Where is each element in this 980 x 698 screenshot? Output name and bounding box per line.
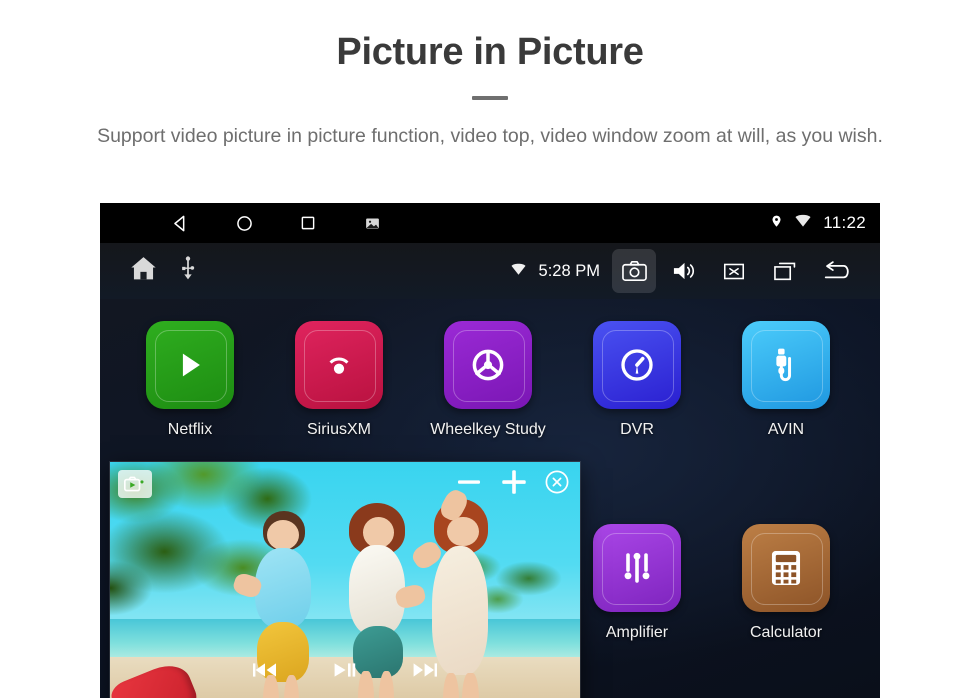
launcher-toolbar: 5:28 PM bbox=[100, 243, 880, 299]
gauge-glyph bbox=[621, 349, 653, 381]
app-label: AVIN bbox=[767, 421, 805, 438]
app-siriusxm[interactable]: SiriusXM bbox=[274, 321, 404, 439]
home-circle-icon[interactable] bbox=[212, 203, 276, 243]
close-box-icon[interactable] bbox=[712, 249, 756, 293]
app-label: DVR bbox=[620, 421, 654, 438]
volume-icon[interactable] bbox=[662, 249, 706, 293]
app-label: Amplifier bbox=[605, 624, 669, 641]
radio-glyph bbox=[329, 357, 349, 374]
avin-icon bbox=[742, 321, 830, 409]
device-screen: 11:22 5:28 PM Netflix SiriusXM Wheelkey … bbox=[100, 203, 880, 698]
page-title: Picture in Picture bbox=[336, 31, 644, 73]
previous-track-icon[interactable] bbox=[252, 660, 280, 685]
app-calculator[interactable]: Calculator bbox=[721, 524, 851, 642]
wifi-icon bbox=[510, 262, 527, 281]
app-label: SiriusXM bbox=[306, 421, 371, 438]
zoom-in-icon[interactable] bbox=[498, 466, 530, 503]
recents-square-icon[interactable] bbox=[276, 203, 340, 243]
launcher-clock: 5:28 PM bbox=[538, 261, 600, 280]
netflix-icon bbox=[146, 321, 234, 409]
wifi-icon bbox=[794, 213, 812, 233]
pip-transport-controls bbox=[110, 660, 580, 685]
status-indicators: 11:22 bbox=[770, 213, 866, 234]
status-bar-clock: 11:22 bbox=[823, 213, 866, 232]
siriusxm-icon bbox=[295, 321, 383, 409]
pip-video-window[interactable]: seicane bbox=[110, 462, 580, 698]
navigation-buttons bbox=[148, 203, 404, 243]
wheelkey-icon bbox=[444, 321, 532, 409]
usb-icon[interactable] bbox=[179, 255, 197, 287]
title-divider bbox=[472, 95, 508, 100]
app-wheelkey-study[interactable]: Wheelkey Study bbox=[423, 321, 553, 439]
app-dvr[interactable]: DVR bbox=[572, 321, 702, 439]
launcher-right-icons: 5:28 PM bbox=[510, 249, 862, 293]
zoom-out-icon[interactable] bbox=[454, 467, 484, 502]
screenshot-icon[interactable] bbox=[340, 203, 404, 243]
app-label: Wheelkey Study bbox=[430, 421, 546, 438]
calculator-icon bbox=[742, 524, 830, 612]
location-pin-icon bbox=[770, 213, 783, 234]
app-amplifier[interactable]: Amplifier bbox=[572, 524, 702, 642]
play-pause-icon[interactable] bbox=[332, 660, 358, 685]
app-label: Netflix bbox=[167, 421, 213, 438]
plug-glyph bbox=[776, 348, 792, 382]
pip-zoom-controls bbox=[454, 466, 570, 503]
page-subtitle: Support video picture in picture functio… bbox=[97, 124, 883, 147]
back-arrow-icon[interactable] bbox=[812, 249, 862, 293]
next-track-icon[interactable] bbox=[410, 660, 438, 685]
camera-icon[interactable] bbox=[612, 249, 656, 293]
windows-icon[interactable] bbox=[762, 249, 806, 293]
android-status-bar: 11:22 bbox=[100, 203, 880, 243]
app-netflix[interactable]: Netflix bbox=[125, 321, 255, 439]
back-icon[interactable] bbox=[148, 203, 212, 243]
play-glyph bbox=[182, 353, 200, 377]
wheel-glyph bbox=[472, 349, 504, 381]
calc-glyph bbox=[771, 551, 801, 585]
amplifier-icon bbox=[593, 524, 681, 612]
launcher-left-icons bbox=[128, 253, 197, 289]
dvr-icon bbox=[593, 321, 681, 409]
launcher-desktop: Netflix SiriusXM Wheelkey Study DVR AVIN… bbox=[100, 299, 880, 698]
slider-glyph bbox=[624, 552, 650, 583]
page-header: Picture in Picture Support video picture… bbox=[0, 0, 980, 151]
app-label: Calculator bbox=[749, 624, 823, 641]
home-icon[interactable] bbox=[128, 253, 159, 289]
video-camera-icon[interactable] bbox=[118, 470, 152, 498]
close-icon[interactable] bbox=[544, 469, 570, 500]
app-avin[interactable]: AVIN bbox=[721, 321, 851, 439]
